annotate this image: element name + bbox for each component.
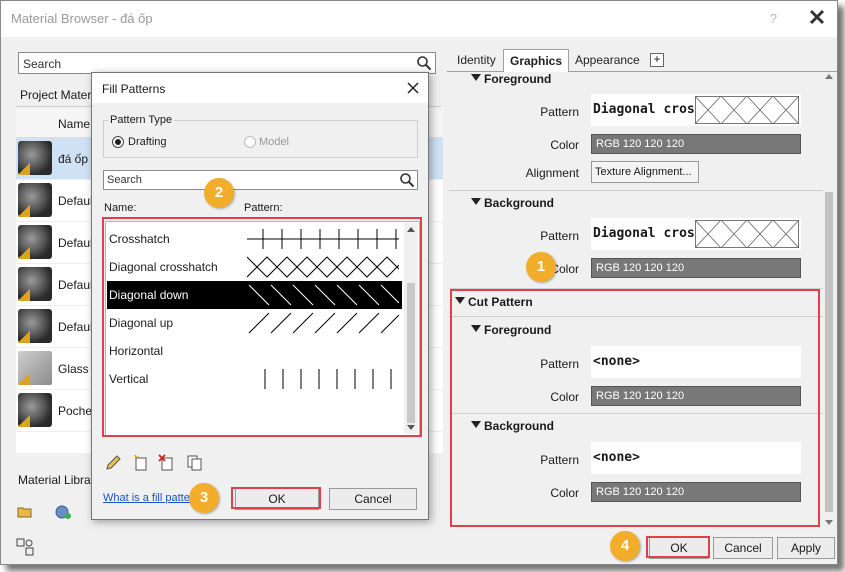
editor-tabs: Identity Graphics Appearance + (447, 47, 837, 73)
help-icon[interactable]: ? (770, 11, 777, 26)
cancel-button[interactable]: Cancel (713, 537, 773, 559)
callout-frame-pattern-list (102, 217, 422, 437)
close-icon[interactable] (807, 7, 827, 27)
diagonal-crosshatch-swatch (695, 96, 799, 124)
pattern-type-label: Pattern Type (108, 114, 175, 126)
surface-foreground-pattern[interactable]: Diagonal cros… (591, 94, 801, 126)
material-name: Defaul (58, 320, 93, 334)
apply-button[interactable]: Apply (777, 537, 835, 559)
delete-pattern-icon[interactable] (158, 454, 176, 472)
callout-badge-4: 4 (610, 531, 640, 561)
material-thumbnail (18, 183, 52, 217)
material-name: Defaul (58, 278, 93, 292)
project-materials-label: Project Mater (20, 88, 92, 102)
new-pattern-icon[interactable] (132, 454, 150, 472)
callout-badge-1: 1 (526, 252, 556, 282)
surface-background-color[interactable]: RGB 120 120 120 (591, 258, 801, 278)
model-label: Model (259, 136, 289, 148)
surface-foreground-color[interactable]: RGB 120 120 120 (591, 134, 801, 154)
search-placeholder: Search (23, 57, 62, 71)
window-title: Material Browser - đá ốp (11, 11, 153, 26)
column-name: Name: (104, 202, 137, 214)
tab-graphics[interactable]: Graphics (503, 49, 570, 73)
tab-identity[interactable]: Identity (451, 49, 502, 72)
surface-foreground-header[interactable]: Foreground (449, 72, 823, 90)
drafting-label: Drafting (128, 136, 167, 148)
material-thumbnail (18, 393, 52, 427)
callout-frame-dialog-ok (231, 487, 321, 509)
edit-pattern-icon[interactable] (104, 454, 122, 472)
material-name: đá ốp (58, 152, 89, 166)
dialog-title-bar: Fill Patterns (92, 73, 428, 103)
dialog-cancel-button[interactable]: Cancel (329, 488, 417, 510)
material-editor-toggle-icon[interactable] (16, 538, 34, 556)
color-label: Color (550, 262, 579, 276)
material-thumbnail (18, 351, 52, 385)
texture-alignment-button[interactable]: Texture Alignment... (591, 161, 699, 183)
color-label: Color (550, 138, 579, 152)
callout-frame-main-ok (646, 536, 710, 558)
pattern-search-input[interactable]: Search (103, 170, 418, 190)
material-thumbnail (18, 267, 52, 301)
duplicate-pattern-icon[interactable] (186, 454, 204, 472)
callout-frame-cut-pattern (450, 289, 820, 527)
material-thumbnail (18, 141, 52, 175)
dialog-title: Fill Patterns (102, 82, 166, 96)
title-bar: Material Browser - đá ốp ? (1, 1, 837, 37)
callout-badge-3: 3 (189, 483, 219, 513)
material-thumbnail (18, 309, 52, 343)
material-name: Poche (58, 404, 93, 418)
close-icon[interactable] (406, 81, 420, 95)
tab-appearance[interactable]: Appearance (569, 49, 646, 72)
add-tab-button[interactable]: + (650, 53, 664, 67)
material-search-input[interactable]: Search (18, 52, 436, 74)
alignment-label: Alignment (525, 166, 579, 180)
material-thumbnail (18, 225, 52, 259)
properties-scrollbar[interactable] (823, 72, 835, 528)
callout-badge-2: 2 (204, 178, 234, 208)
surface-background-header[interactable]: Background (449, 192, 823, 214)
pattern-label: Pattern (540, 229, 579, 243)
search-placeholder: Search (107, 174, 142, 186)
material-library-label: Material Librar (18, 473, 95, 487)
create-material-icon[interactable] (54, 503, 72, 521)
material-name: Defaul (58, 236, 93, 250)
drafting-radio[interactable] (112, 136, 124, 148)
pattern-label: Pattern (540, 105, 579, 119)
material-name: Glass (58, 362, 89, 376)
help-link[interactable]: What is a fill pattern? (103, 492, 191, 504)
open-library-icon[interactable] (16, 503, 34, 521)
surface-background-pattern[interactable]: Diagonal cros… (591, 218, 801, 250)
model-radio[interactable] (244, 136, 256, 148)
diagonal-crosshatch-swatch (695, 220, 799, 248)
column-pattern: Pattern: (244, 202, 283, 214)
column-name: Name (58, 117, 91, 131)
search-icon[interactable] (399, 172, 415, 188)
search-icon[interactable] (416, 55, 432, 71)
material-name: Defaul (58, 194, 93, 208)
